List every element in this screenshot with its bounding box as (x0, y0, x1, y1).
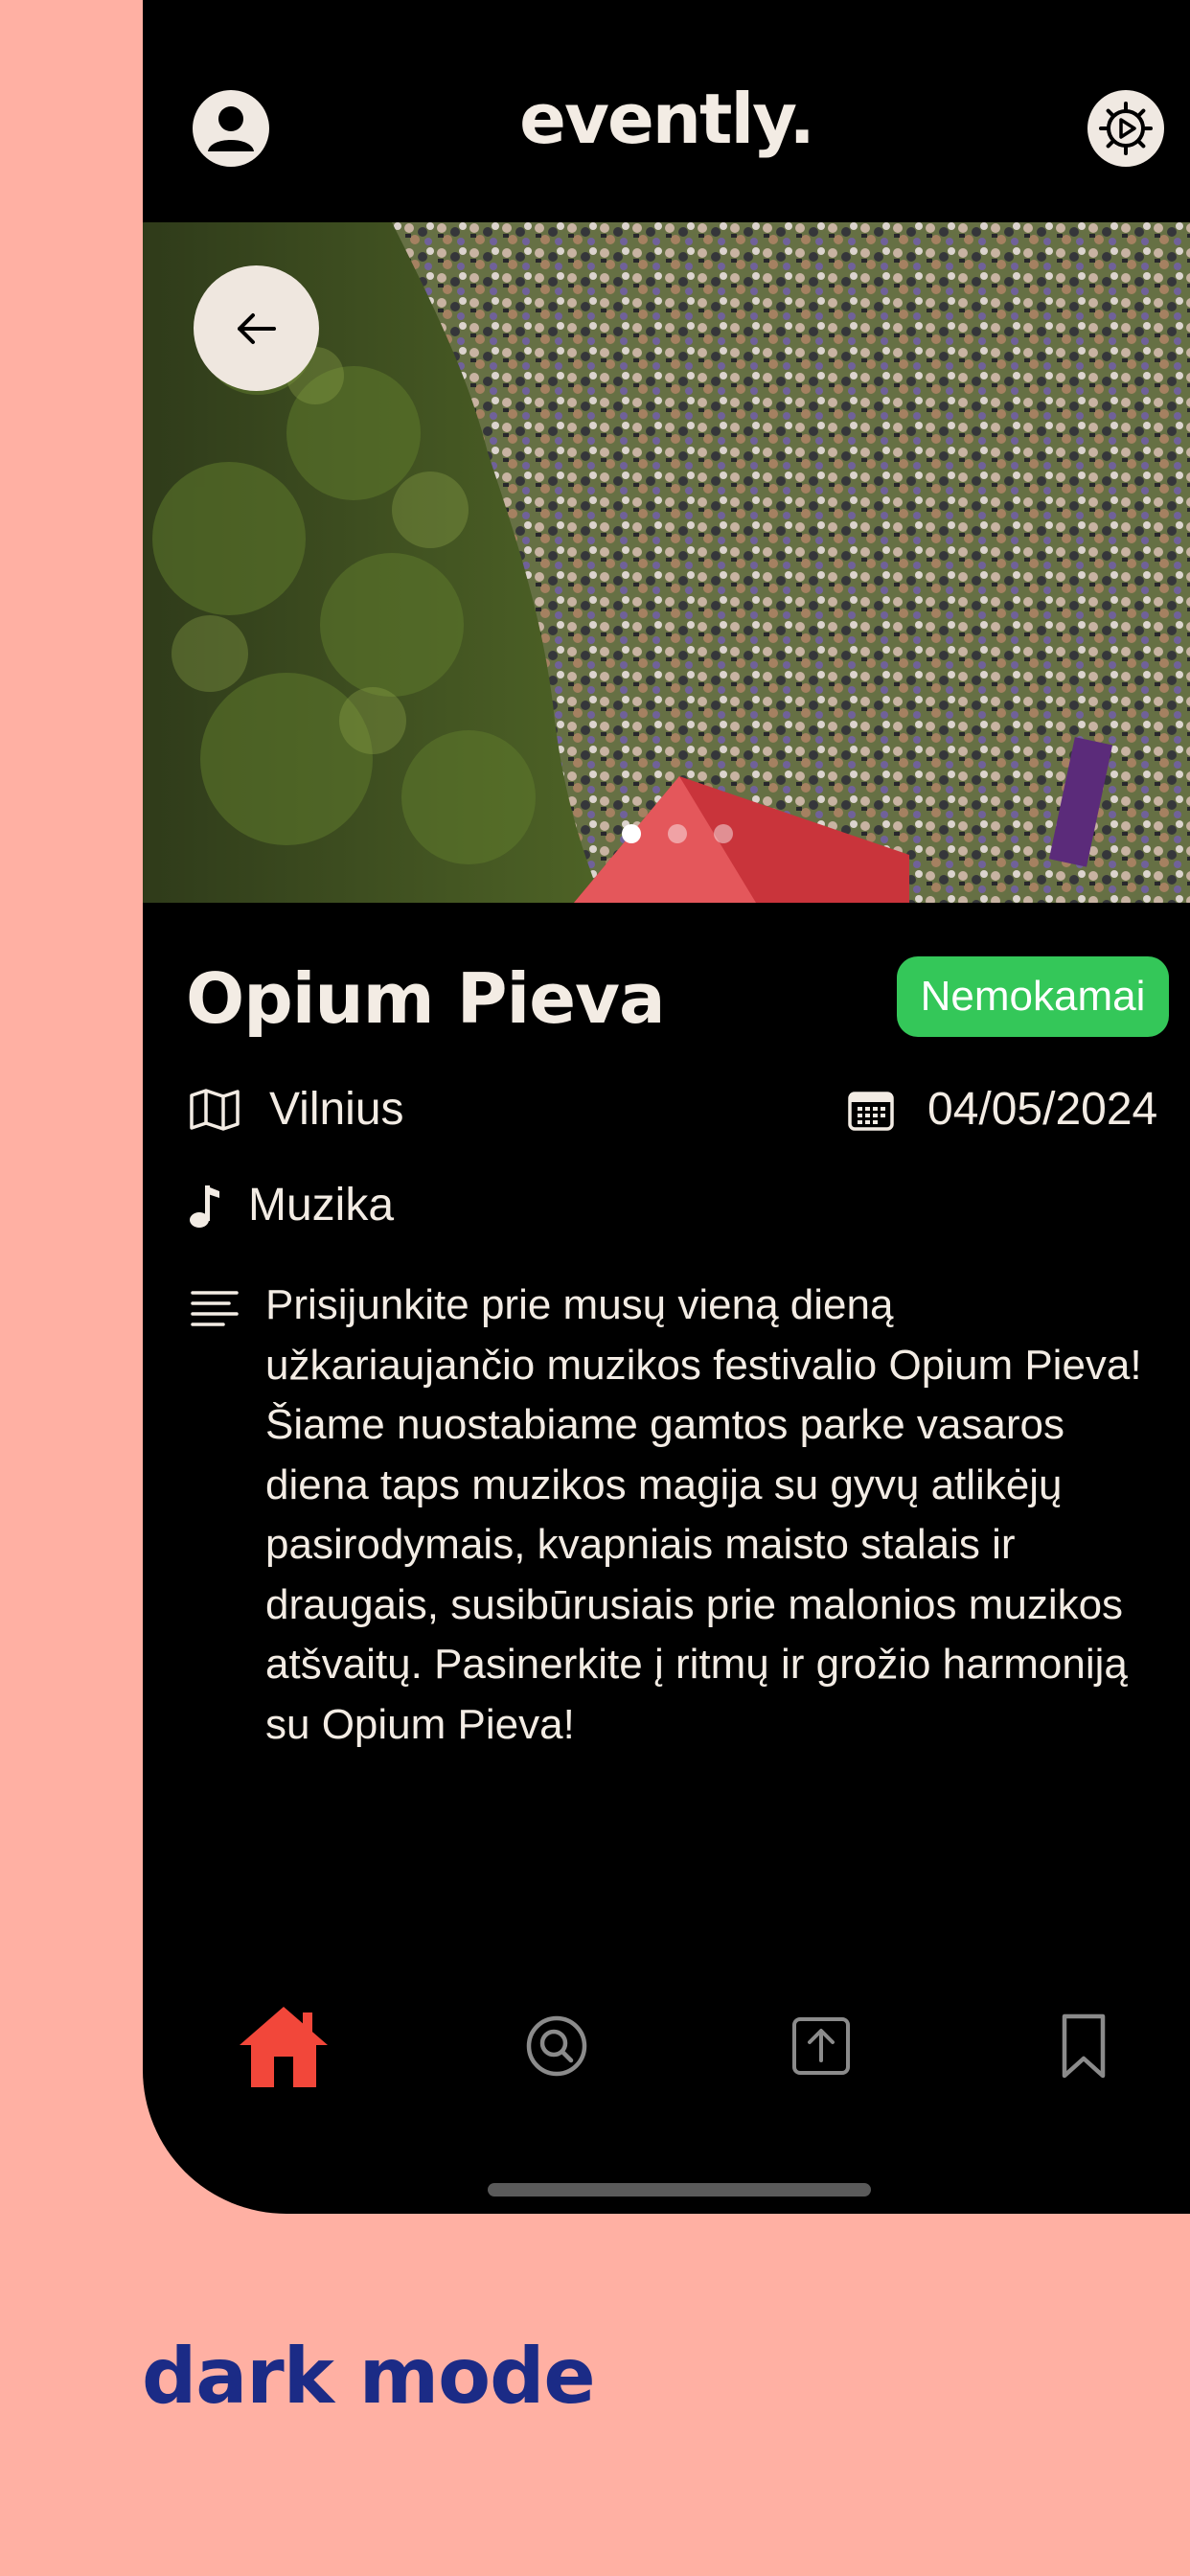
search-icon (526, 2015, 587, 2077)
back-button[interactable] (194, 265, 319, 391)
upload-icon (792, 2017, 850, 2075)
tab-bar (143, 1993, 1190, 2099)
calendar-icon (847, 1088, 927, 1132)
price-badge: Nemokamai (897, 956, 1169, 1037)
carousel-dot[interactable] (622, 824, 641, 843)
mode-caption: dark mode (142, 2332, 596, 2421)
top-bar: evently. (143, 0, 1190, 222)
event-category: Muzika (189, 1179, 394, 1231)
home-icon (240, 2007, 328, 2087)
tab-saved[interactable] (1036, 1993, 1132, 2099)
music-note-icon (189, 1182, 248, 1230)
app-logo: evently. (519, 79, 815, 159)
carousel-dot[interactable] (668, 824, 687, 843)
carousel-indicator (622, 824, 733, 843)
arrow-left-icon (237, 312, 276, 344)
map-icon (189, 1088, 269, 1132)
gear-icon (1099, 102, 1153, 155)
date-label: 04/05/2024 (927, 1084, 1158, 1135)
category-label: Muzika (248, 1180, 395, 1230)
tab-home[interactable] (236, 1993, 332, 2099)
tab-search[interactable] (509, 1993, 605, 2099)
tab-upload[interactable] (773, 1993, 869, 2099)
event-location: Vilnius (189, 1083, 404, 1136)
carousel-dot[interactable] (714, 824, 733, 843)
phone-screen: evently. Opium Pieva Nemokamai Vilnius 0… (143, 0, 1190, 2214)
text-lines-icon (191, 1289, 239, 1332)
city-label: Vilnius (269, 1084, 404, 1135)
home-indicator[interactable] (488, 2183, 871, 2196)
bookmark-icon (1062, 2013, 1106, 2079)
event-date: 04/05/2024 (847, 1083, 1157, 1136)
event-description: Prisijunkite prie musų vieną dieną užkar… (265, 1281, 1142, 1748)
event-title: Opium Pieva (186, 958, 666, 1039)
settings-button[interactable] (1087, 90, 1164, 167)
